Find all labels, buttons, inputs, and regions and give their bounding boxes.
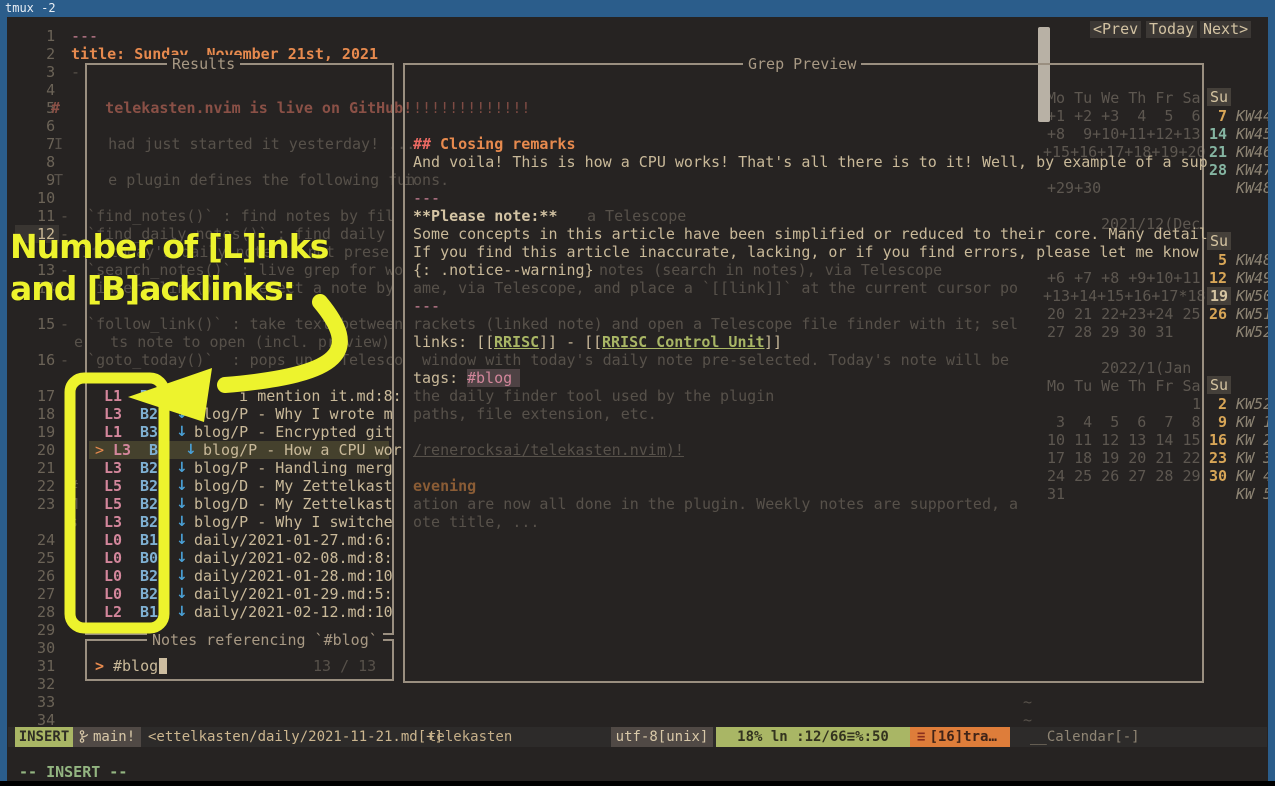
- grep-preview-title: Grep Preview: [743, 55, 861, 73]
- calendar-today-button[interactable]: Today: [1146, 21, 1197, 38]
- prompt-caret: >: [95, 657, 104, 675]
- preview-line: {: .notice--warning}: [413, 261, 594, 279]
- preview-line: If you find this article inaccurate, lac…: [413, 243, 1199, 261]
- results-panel-title: Results: [167, 55, 240, 73]
- calendar-sunday[interactable]: 12: [1209, 269, 1227, 287]
- buffer-info: [16]tra…: [929, 729, 996, 745]
- calendar-week-number: KW 2: [1236, 431, 1268, 449]
- search-input[interactable]: #blog: [113, 657, 158, 675]
- window-bottom-edge: [0, 781, 1275, 786]
- preview-line: And voila! This is how a CPU works! That…: [413, 153, 1208, 171]
- result-count: 13 / 13: [313, 657, 376, 675]
- annotation-arrow-and-box: [40, 280, 380, 640]
- encoding-segment: utf-8[unix]: [611, 727, 713, 747]
- calendar-week-number: KW50: [1236, 287, 1268, 305]
- calendar-sunday[interactable]: 26: [1209, 305, 1227, 323]
- mode-indicator: INSERT: [15, 727, 73, 747]
- calendar-su-header: Su: [1207, 232, 1231, 250]
- window-titlebar[interactable]: tmux -2: [0, 0, 1275, 17]
- md-heading-marks: ##: [413, 135, 431, 153]
- tags-label: tags:: [413, 369, 467, 387]
- buffer-list-icon: ≡: [917, 729, 925, 745]
- text-cursor: [159, 658, 167, 674]
- calendar-week-number: KW 1: [1236, 413, 1268, 431]
- wiki-link[interactable]: RRISC: [494, 333, 539, 351]
- calendar-sunday[interactable]: 21: [1209, 143, 1227, 161]
- git-branch-segment[interactable]: main!: [73, 727, 141, 747]
- project-name: telekasten: [428, 727, 512, 747]
- annotation-highlight-box: [70, 378, 164, 628]
- calendar-sunday-today[interactable]: 19: [1207, 287, 1231, 305]
- calendar-week-number: KW46: [1236, 143, 1268, 161]
- window-title: tmux -2: [5, 1, 56, 15]
- calendar-prev-button[interactable]: <Prev: [1090, 21, 1141, 38]
- calendar-week-number: KW48: [1236, 179, 1268, 197]
- calendar-su-header: Su: [1207, 376, 1231, 394]
- links-line-prefix: links: [[: [413, 333, 494, 351]
- calendar-sunday[interactable]: 5: [1209, 251, 1227, 269]
- calendar-next-button[interactable]: Next>: [1200, 21, 1251, 38]
- calendar-week-number: KW48: [1236, 251, 1268, 269]
- empty-line-tilde: ~: [1023, 693, 1032, 711]
- calendar-sunday[interactable]: 2: [1209, 395, 1227, 413]
- calendar-week-number: KW 4: [1236, 467, 1268, 485]
- statusline: INSERT main! <ettelkasten/daily/2021-11-…: [8, 727, 1267, 747]
- calendar-sunday[interactable]: 16: [1209, 431, 1227, 449]
- annotation-arrow-shaft: [225, 302, 340, 385]
- calendar-week-number: KW51: [1236, 305, 1268, 323]
- git-branch-icon: [79, 730, 90, 743]
- tag-badge[interactable]: #blog: [467, 369, 520, 387]
- bg-text-fragment: ---: [71, 27, 98, 45]
- calendar-week-number: KW47: [1236, 161, 1268, 179]
- links-line-mid: ]] - [[: [539, 333, 602, 351]
- calendar-week-number: KW49: [1236, 269, 1268, 287]
- bg-text-fragment: -: [71, 63, 80, 81]
- md-hr: ---: [413, 189, 440, 207]
- calendar-su-header: Su: [1207, 88, 1231, 106]
- annotation-text-line1: Number of [L]inks: [10, 227, 328, 266]
- calendar-week-number: KW45: [1236, 125, 1268, 143]
- md-heading-text: Closing remarks: [431, 135, 576, 153]
- mode-message: -- INSERT --: [19, 763, 127, 781]
- md-hr: ---: [413, 297, 440, 315]
- preview-line: Some concepts in this article have been …: [413, 225, 1208, 243]
- calendar-week-number: KW 3: [1236, 449, 1268, 467]
- position-segment: 18% ln :12/66≡%:50: [716, 727, 910, 747]
- calendar-sunday[interactable]: 23: [1209, 449, 1227, 467]
- links-line-suffix: ]]: [764, 333, 782, 351]
- calendar-week-number: KW52: [1236, 395, 1268, 413]
- empty-line-tilde: ~: [1023, 711, 1032, 729]
- filename[interactable]: <ettelkasten/daily/2021-11-21.md[+]: [148, 727, 443, 747]
- wiki-link[interactable]: RRISC Control Unit: [602, 333, 765, 351]
- calendar-week-number: KW44: [1236, 107, 1268, 125]
- calendar-sunday[interactable]: 14: [1209, 125, 1227, 143]
- calendar-sunday[interactable]: 9: [1209, 413, 1227, 431]
- calendar-week-number: KW52: [1236, 323, 1268, 341]
- tab-calendar[interactable]: __Calendar[-]: [1030, 727, 1140, 747]
- terminal-window: tmux -2 1 2 3 4 5 6 7 8 9 10 11 13 14 15…: [0, 0, 1275, 786]
- git-branch-name: main!: [93, 729, 135, 745]
- buffer-segment[interactable]: ≡[16]tra…: [910, 727, 1010, 747]
- calendar-sunday[interactable]: 28: [1209, 161, 1227, 179]
- calendar-sunday[interactable]: 30: [1209, 467, 1227, 485]
- calendar-week-number: KW 5: [1236, 485, 1268, 503]
- calendar-sunday[interactable]: 7: [1209, 107, 1227, 125]
- md-bold-text: **Please note:**: [413, 207, 558, 225]
